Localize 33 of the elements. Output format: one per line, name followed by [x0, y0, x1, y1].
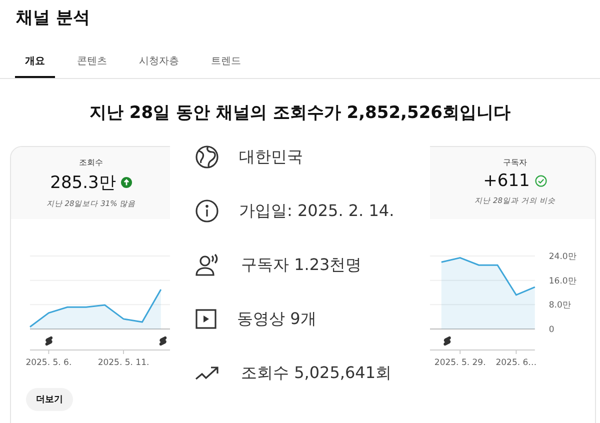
trending-icon [195, 364, 221, 382]
axis-label: 0 [548, 325, 554, 335]
metric-label: 조회수 [79, 157, 103, 168]
info-text: 대한민국 [239, 146, 303, 168]
more-button[interactable]: 더보기 [26, 388, 73, 411]
up-arrow-icon [120, 177, 132, 188]
metric-value: 285.3만 [50, 172, 116, 194]
info-text: 가입일: 2025. 2. 14. [239, 200, 394, 222]
info-text: 동영상 9개 [237, 308, 316, 330]
play-icon [195, 308, 217, 330]
info-text: 조회수 5,025,641회 [241, 362, 392, 384]
info-icon [195, 199, 219, 223]
shorts-icon[interactable] [159, 336, 167, 346]
axis-label: 2025. 6… [496, 358, 537, 368]
page-title: 채널 분석 [15, 7, 91, 30]
axis-label: 2025. 5. 11. [98, 358, 150, 368]
globe-icon [195, 145, 219, 169]
info-text: 구독자 1.23천명 [241, 254, 362, 276]
check-circle-icon [534, 175, 547, 187]
tab[interactable]: 콘텐츠 [67, 54, 117, 78]
tab[interactable]: 개요 [15, 54, 55, 78]
axis-label: 24.0만 [548, 252, 577, 262]
axis-label: 16.0만 [548, 276, 577, 286]
shorts-icon[interactable] [45, 336, 53, 346]
headline: 지난 28일 동안 채널의 조회수가 2,852,526회입니다 [88, 102, 512, 124]
axis-label: 8.0만 [548, 300, 572, 311]
tab[interactable]: 시청자층 [129, 54, 189, 78]
tab[interactable]: 트렌드 [201, 54, 251, 78]
axis-label: 2025. 5. 6. [26, 358, 72, 368]
axis-label: 2025. 5. 29. [434, 358, 486, 368]
metric-value: +611 [483, 171, 530, 191]
shorts-icon[interactable] [444, 336, 451, 346]
metric-label: 구독자 [503, 157, 527, 168]
